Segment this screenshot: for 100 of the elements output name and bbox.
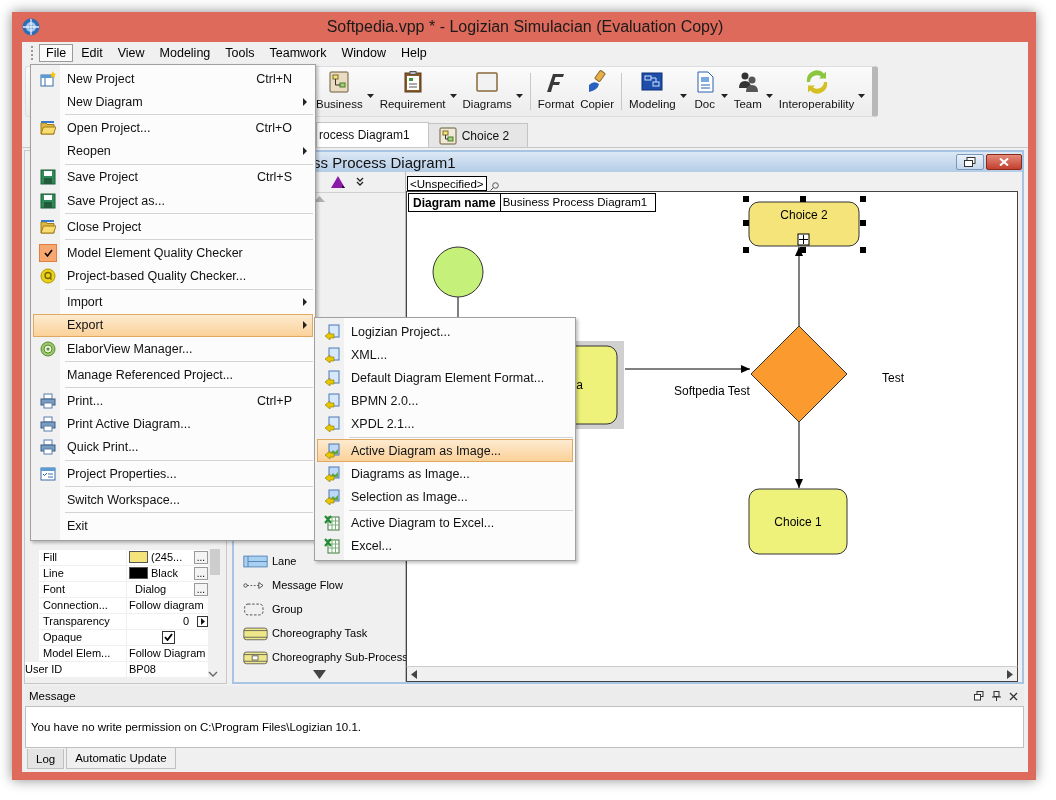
caret-icon [449,93,457,98]
message-text: You have no write permission on C:\Program Files\Logizian 10.1. [31,721,362,733]
menu-item[interactable]: Open Project... Ctrl+O [33,116,313,140]
toolbar-button[interactable]: Format [534,67,578,116]
task-node[interactable]: Choice 2 [748,201,860,247]
menu-item[interactable]: Import [33,290,313,314]
menu-item[interactable]: Save Project Ctrl+S [33,165,313,189]
menu-item[interactable]: Active Diagram to Excel... [317,511,573,535]
caret-icon [200,617,205,625]
menu-item[interactable]: Edit [74,44,110,62]
choreography-subprocess-icon [243,649,268,665]
menu-item[interactable]: Print... Ctrl+P [33,389,313,413]
diagram-icon [327,70,352,94]
scroll-left-icon [411,669,417,679]
palette-item[interactable]: Group [243,597,303,621]
menu-item[interactable]: Model Element Quality Checker [33,241,313,265]
gateway-node[interactable] [750,325,848,423]
toolbar-button[interactable]: Requirement [376,67,449,116]
palette-item[interactable]: Message Flow [243,573,343,597]
ellipsis-button[interactable]: ... [193,550,208,564]
property-name: Line [39,565,127,581]
property-name: Connection... [39,597,127,613]
ellipsis-button[interactable]: ... [193,582,208,596]
stepper-button[interactable] [197,615,208,627]
menu-item[interactable]: Save Project as... [33,188,313,213]
menu-item[interactable]: Tools [218,44,262,62]
menu-item[interactable]: Print Active Diagram... [33,412,313,436]
menu-item[interactable]: Close Project [33,215,313,239]
connector-arrow[interactable] [624,365,751,373]
toolbar-button[interactable]: Doc [689,67,720,116]
menu-item[interactable]: Modeling [152,44,218,62]
toolbar-button[interactable]: Modeling [626,67,679,116]
palette-item[interactable]: Choreography Task [243,621,368,645]
menu-item[interactable]: Teamwork [262,44,334,62]
menu-item[interactable]: Logizian Project... [317,320,573,344]
menu-item[interactable]: New Project Ctrl+N [33,67,313,91]
toolbar-button[interactable]: Interoperability [775,67,858,116]
menu-item[interactable]: Project Properties... [33,462,313,486]
menu-item[interactable]: ElaborView Manager... [33,337,313,361]
spreadsheet-icon [324,538,340,555]
menu-item[interactable]: View [110,44,152,62]
scrollbar[interactable] [208,549,222,677]
close-button[interactable] [986,154,1022,170]
menu-item[interactable]: XML... [317,343,573,367]
connector-arrow[interactable] [795,246,803,327]
diagram-tab[interactable]: rocess Diagram1 [316,122,429,147]
diagram-tab[interactable]: Choice 2 [427,123,529,147]
menu-item[interactable]: Project-based Quality Checker... [33,264,313,288]
app-icon [22,18,40,36]
palette-item[interactable]: Choreography Sub-Process [243,645,408,669]
export-icon [324,416,340,433]
blueprint-icon [640,70,665,94]
ellipsis-button[interactable]: ... [193,566,208,580]
restore-icon[interactable] [974,691,984,701]
menu-item[interactable]: Switch Workspace... [33,488,313,512]
menu-item[interactable]: Selection as Image... [317,485,573,509]
panel-tab[interactable]: Log [27,749,65,769]
toolbar-button[interactable]: Team [730,67,765,116]
menu-item[interactable]: Manage Referenced Project... [33,363,313,387]
pin-icon[interactable] [992,691,1001,701]
toolbar-button[interactable]: Diagrams [459,67,515,116]
start-event-node[interactable] [432,246,484,298]
menu-item[interactable]: Exit [33,514,313,538]
filter-field[interactable]: <Unspecified> [407,176,487,191]
menu-item[interactable]: BPMN 2.0... [317,389,573,413]
scrollbar-thumb[interactable] [210,549,220,575]
scrollbar[interactable] [406,666,1018,682]
choreography-task-icon [243,625,268,641]
menu-item[interactable]: Quick Print... [33,435,313,459]
toolbar-button[interactable]: Business [313,67,366,116]
chevron-down-icon [208,671,218,677]
menu-item[interactable]: Reopen [33,139,313,163]
menu-item[interactable]: Default Diagram Element Format... [317,366,573,390]
edge-label: Test [882,371,904,385]
property-value: Dialog [134,583,167,595]
scroll-right-icon [1007,669,1013,679]
menu-item[interactable]: Active Diagram as Image... [317,438,573,463]
task-node[interactable]: Choice 1 [748,488,848,555]
menu-item[interactable]: New Diagram [33,90,313,114]
gear-icon [40,340,56,357]
triangle-icon[interactable] [330,175,346,189]
menu-item[interactable]: Diagrams as Image... [317,462,573,486]
restore-button[interactable] [956,154,984,170]
q-badge-icon [40,268,56,285]
menu-item[interactable]: File [39,44,74,62]
menu-item[interactable]: Export [33,313,313,338]
connector-arrow[interactable] [795,421,803,489]
scroll-up-icon[interactable] [314,196,325,202]
toolbar-button[interactable]: Copier [577,67,618,116]
selection-handles[interactable] [743,196,866,253]
close-icon[interactable] [1009,691,1018,701]
menu-item[interactable]: Window [334,44,393,62]
checkbox[interactable] [162,630,175,644]
double-chevron-icon[interactable] [356,177,364,187]
panel-tab[interactable]: Automatic Update [66,748,176,769]
menu-item[interactable]: XPDL 2.1... [317,412,573,436]
search-icon[interactable] [489,182,499,191]
menu-item[interactable]: Help [393,44,434,62]
palette-item[interactable]: Lane [243,549,297,573]
menu-item[interactable]: Excel... [317,534,573,558]
